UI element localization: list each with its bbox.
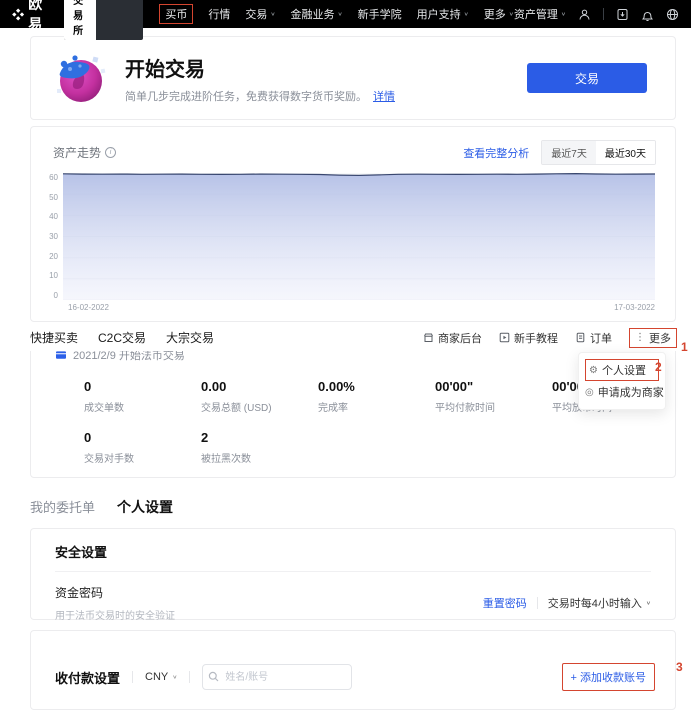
x-axis-labels: 16-02-2022 17-03-2022 xyxy=(31,300,675,312)
nav-item-buy-crypto[interactable]: 买币 xyxy=(159,4,193,24)
stat-completion-rate: 0.00%完成率 xyxy=(318,379,435,414)
more-dots-icon: ⋮ xyxy=(635,332,645,343)
menu-item-personal-settings[interactable]: ⚙ 个人设置 xyxy=(585,359,659,381)
stat-total-volume: 0.00交易总额 (USD) xyxy=(201,379,318,414)
hero-subtitle: 简单几步完成进阶任务，免费获得数字货币奖励。详情 xyxy=(125,88,395,104)
security-settings-title: 安全设置 xyxy=(55,529,651,572)
brand-name: 欧易 xyxy=(28,0,52,34)
stat-completed-orders: 0成交单数 xyxy=(84,379,201,414)
assets-menu[interactable]: 资产管理∨ xyxy=(514,6,566,22)
beginner-tutorial-button[interactable]: 新手教程 xyxy=(499,330,558,346)
full-analysis-link[interactable]: 查看完整分析 xyxy=(463,145,529,161)
info-icon[interactable]: i xyxy=(105,147,116,158)
hero-text: 开始交易 简单几步完成进阶任务，免费获得数字货币奖励。详情 xyxy=(125,53,395,104)
page-title: 开始交易 xyxy=(125,53,395,82)
annotation-step-2: 2 xyxy=(655,360,662,374)
y-axis-labels: 6050403020100 xyxy=(41,173,63,300)
toggle-metax[interactable]: MetaX xyxy=(96,0,143,40)
divider xyxy=(603,8,604,20)
nav-item-more[interactable]: 更多∨ xyxy=(484,6,514,22)
chevron-down-icon: ∨ xyxy=(509,11,514,17)
fund-password-desc: 用于法币交易时的安全验证 xyxy=(55,607,175,622)
nav-item-academy[interactable]: 新手学院 xyxy=(358,6,402,22)
stat-avg-pay-time: 00'00"平均付款时间 xyxy=(435,379,552,414)
settings-section-tabs: 我的委托单 个人设置 xyxy=(30,497,173,517)
x-end-date: 17-03-2022 xyxy=(614,303,655,312)
merchant-portal-button[interactable]: 商家后台 xyxy=(423,330,482,346)
range-7d-button[interactable]: 最近7天 xyxy=(542,141,596,164)
annotation-step-1: 1 xyxy=(681,340,688,354)
bell-icon[interactable] xyxy=(641,8,654,21)
menu-item-become-merchant[interactable]: ◎ 申请成为商家 xyxy=(585,381,659,403)
more-button[interactable]: ⋮ 更多 xyxy=(629,328,677,348)
asset-area-chart: 6050403020100 xyxy=(31,167,675,300)
mascot-image xyxy=(51,49,109,107)
currency-select[interactable]: CNY ∨ xyxy=(145,671,177,683)
globe-icon[interactable] xyxy=(666,8,679,21)
tutorial-play-icon xyxy=(499,332,510,343)
tab-my-ads[interactable]: 我的委托单 xyxy=(30,497,95,516)
navbar-right: 资产管理∨ xyxy=(514,6,679,22)
annotation-step-3: 3 xyxy=(676,660,683,674)
asset-trend-card: 资产走势 i 查看完整分析 最近7天 最近30天 6050403020100 xyxy=(30,126,676,322)
app-download-icon[interactable] xyxy=(616,8,629,21)
user-icon[interactable] xyxy=(578,8,591,21)
chevron-down-icon: ∨ xyxy=(464,11,469,17)
tab-personal-settings[interactable]: 个人设置 xyxy=(117,497,173,517)
divider xyxy=(189,671,190,683)
range-30d-button[interactable]: 最近30天 xyxy=(596,141,655,164)
chevron-down-icon: ∨ xyxy=(646,600,651,606)
password-frequency-select[interactable]: 交易时每4小时输入 ∨ xyxy=(548,595,651,611)
chevron-down-icon: ∨ xyxy=(270,11,275,17)
nav-item-trade[interactable]: 交易∨ xyxy=(245,6,275,22)
chevron-down-icon: ∨ xyxy=(338,11,343,17)
details-link[interactable]: 详情 xyxy=(373,91,395,103)
fund-password-label: 资金密码 xyxy=(55,584,175,601)
orders-button[interactable]: 订单 xyxy=(575,330,612,346)
trade-tab-bar: 快捷买卖 C2C交易 大宗交易 商家后台 新手教程 订单 ⋮ 更多 xyxy=(0,324,691,351)
trade-button[interactable]: 交易 xyxy=(527,63,647,93)
stat-blocked-count: 2被拉黑次数 xyxy=(201,430,318,465)
security-settings-card: 安全设置 资金密码 用于法币交易时的安全验证 重置密码 交易时每4小时输入 ∨ xyxy=(30,528,676,620)
nav-item-finance[interactable]: 金融业务∨ xyxy=(291,6,343,22)
document-icon xyxy=(575,332,586,343)
gear-icon: ⚙ xyxy=(589,365,598,376)
start-trading-card: 开始交易 简单几步完成进阶任务，免费获得数字货币奖励。详情 交易 xyxy=(30,36,676,120)
brand-logo[interactable]: 欧易 xyxy=(12,0,52,34)
payment-settings-card: 收付款设置 CNY ∨ + 添加收款账号 xyxy=(30,630,676,710)
top-navbar: 欧易 交易所 MetaX 买币 行情 交易∨ 金融业务∨ 新手学院 用户支持∨ … xyxy=(0,0,691,28)
more-dropdown-menu: ⚙ 个人设置 ◎ 申请成为商家 xyxy=(578,352,666,410)
stat-counterparties: 0交易对手数 xyxy=(84,430,201,465)
account-search-input[interactable] xyxy=(202,664,352,690)
nav-item-support[interactable]: 用户支持∨ xyxy=(417,6,469,22)
reset-password-link[interactable]: 重置密码 xyxy=(483,595,527,611)
tab-express-trade[interactable]: 快捷买卖 xyxy=(30,329,78,346)
tab-c2c-trade[interactable]: C2C交易 xyxy=(98,329,146,346)
payment-settings-title: 收付款设置 xyxy=(55,668,120,687)
search-icon xyxy=(208,671,219,682)
x-start-date: 16-02-2022 xyxy=(68,303,109,312)
okx-logo-icon xyxy=(12,7,24,22)
platform-toggle: 交易所 MetaX xyxy=(64,0,143,40)
toggle-exchange[interactable]: 交易所 xyxy=(64,0,96,40)
divider xyxy=(132,671,133,683)
chevron-down-icon: ∨ xyxy=(561,11,566,17)
main-nav: 买币 行情 交易∨ 金融业务∨ 新手学院 用户支持∨ 更多∨ xyxy=(159,4,514,24)
storefront-icon xyxy=(423,332,434,343)
range-toggle: 最近7天 最近30天 xyxy=(541,140,656,165)
merchant-badge-icon: ◎ xyxy=(585,387,594,398)
chevron-down-icon: ∨ xyxy=(172,674,177,680)
tab-block-trade[interactable]: 大宗交易 xyxy=(166,329,214,346)
fund-password-block: 资金密码 用于法币交易时的安全验证 xyxy=(55,584,175,622)
divider xyxy=(537,597,538,609)
nav-item-markets[interactable]: 行情 xyxy=(208,6,230,22)
add-payment-account-button[interactable]: + 添加收款账号 xyxy=(562,663,655,691)
chart-title: 资产走势 i xyxy=(53,144,116,161)
